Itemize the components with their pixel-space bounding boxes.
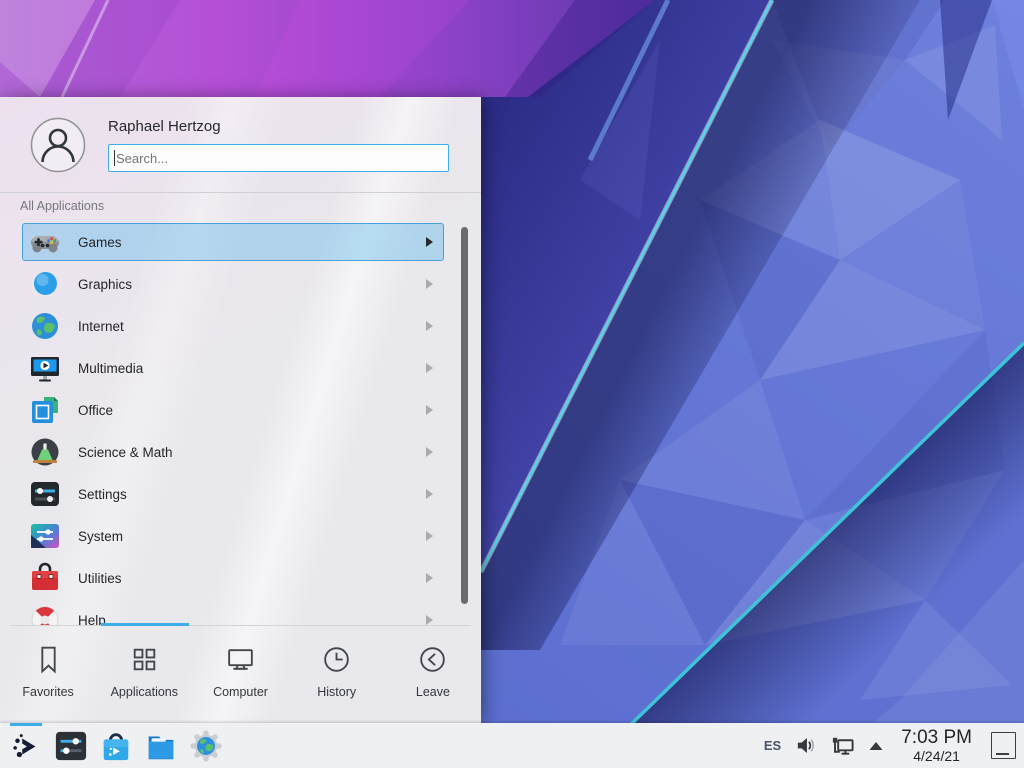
- category-label: Utilities: [78, 571, 426, 586]
- category-label: Settings: [78, 487, 426, 502]
- category-label: Games: [78, 235, 426, 250]
- globe-earth-icon: [29, 310, 61, 342]
- category-multimedia[interactable]: Multimedia: [22, 349, 444, 387]
- discover-software-button[interactable]: [97, 727, 135, 765]
- category-utilities[interactable]: Utilities: [22, 559, 444, 597]
- tab-leave[interactable]: Leave: [385, 626, 481, 723]
- desktop: Raphael Hertzog All Applications Games: [0, 0, 1024, 768]
- clock-icon: [320, 643, 353, 676]
- tab-label: History: [317, 685, 356, 699]
- discover-bag-icon: [99, 729, 133, 763]
- tab-applications[interactable]: Applications: [96, 626, 192, 723]
- taskbar-panel: ES 7:03 PM 4/24/21: [0, 723, 1024, 768]
- bookmark-icon: [32, 643, 65, 676]
- submenu-arrow-icon: [426, 237, 433, 247]
- launcher-tabbar: Favorites Applications Computer: [0, 626, 481, 723]
- network-icon[interactable]: [830, 734, 855, 758]
- category-help[interactable]: Help: [22, 601, 444, 625]
- tab-label: Computer: [213, 685, 268, 699]
- flask-icon: [29, 436, 61, 468]
- grid-icon: [128, 643, 161, 676]
- submenu-arrow-icon: [426, 405, 433, 415]
- folder-icon: [144, 729, 178, 763]
- tab-label: Favorites: [22, 685, 73, 699]
- submenu-arrow-icon: [426, 531, 433, 541]
- section-label: All Applications: [20, 199, 104, 213]
- submenu-arrow-icon: [426, 447, 433, 457]
- clock-time: 7:03 PM: [901, 728, 972, 747]
- keyboard-layout-indicator[interactable]: ES: [764, 738, 781, 753]
- settings-sliders-icon: [29, 478, 61, 510]
- system-tray: ES 7:03 PM 4/24/21: [764, 728, 1016, 763]
- leave-back-icon: [416, 643, 449, 676]
- system-settings-icon: [54, 729, 88, 763]
- category-label: Graphics: [78, 277, 426, 292]
- text-cursor: [114, 150, 115, 166]
- kali-menu-launcher-button[interactable]: [7, 727, 45, 765]
- tray-expand-arrow-icon[interactable]: [868, 740, 884, 752]
- tab-label: Applications: [111, 685, 178, 699]
- application-launcher-menu: Raphael Hertzog All Applications Games: [0, 97, 481, 723]
- show-desktop-button[interactable]: [991, 732, 1016, 759]
- office-documents-icon: [29, 394, 61, 426]
- category-office[interactable]: Office: [22, 391, 444, 429]
- digital-clock[interactable]: 7:03 PM 4/24/21: [901, 728, 972, 763]
- category-system[interactable]: System: [22, 517, 444, 555]
- system-settings-button[interactable]: [52, 727, 90, 765]
- category-games[interactable]: Games: [22, 223, 444, 261]
- tab-label: Leave: [416, 685, 450, 699]
- computer-icon: [224, 643, 257, 676]
- submenu-arrow-icon: [426, 363, 433, 373]
- monitor-play-icon: [29, 352, 61, 384]
- search-input[interactable]: [108, 144, 449, 172]
- submenu-arrow-icon: [426, 321, 433, 331]
- system-sliders-icon: [29, 520, 61, 552]
- category-label: Science & Math: [78, 445, 426, 460]
- submenu-arrow-icon: [426, 615, 433, 625]
- kali-logo-icon: [9, 729, 43, 763]
- graphics-sphere-icon: [29, 268, 61, 300]
- active-task-indicator: [10, 723, 42, 726]
- submenu-arrow-icon: [426, 489, 433, 499]
- tab-computer[interactable]: Computer: [192, 626, 288, 723]
- category-list: Games Graphics Internet: [22, 223, 444, 625]
- category-graphics[interactable]: Graphics: [22, 265, 444, 303]
- category-label: Office: [78, 403, 426, 418]
- category-label: Internet: [78, 319, 426, 334]
- gamepad-icon: [29, 226, 61, 258]
- tab-favorites[interactable]: Favorites: [0, 626, 96, 723]
- user-avatar-icon[interactable]: [30, 117, 86, 173]
- volume-icon[interactable]: [794, 734, 817, 757]
- globe-gear-icon: [189, 729, 223, 763]
- clock-date: 4/24/21: [901, 749, 972, 763]
- category-label: System: [78, 529, 426, 544]
- list-scrollbar[interactable]: [461, 227, 468, 604]
- submenu-arrow-icon: [426, 573, 433, 583]
- toolbox-icon: [29, 562, 61, 594]
- header-separator: [0, 192, 481, 193]
- category-internet[interactable]: Internet: [22, 307, 444, 345]
- submenu-arrow-icon: [426, 279, 433, 289]
- category-settings[interactable]: Settings: [22, 475, 444, 513]
- file-manager-button[interactable]: [142, 727, 180, 765]
- tab-history[interactable]: History: [289, 626, 385, 723]
- user-name: Raphael Hertzog: [108, 118, 221, 135]
- web-browser-button[interactable]: [187, 727, 225, 765]
- category-label: Multimedia: [78, 361, 426, 376]
- category-science-math[interactable]: Science & Math: [22, 433, 444, 471]
- launcher-header: Raphael Hertzog: [0, 97, 481, 192]
- lifebuoy-icon: [29, 604, 61, 625]
